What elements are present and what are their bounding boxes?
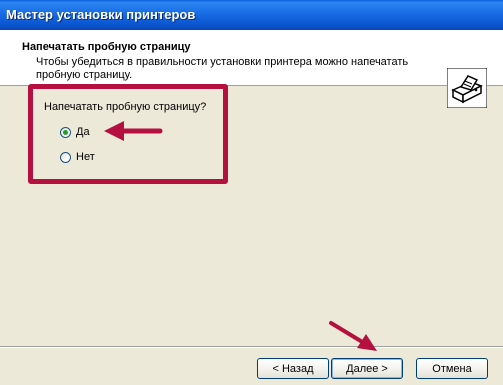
window-title: Мастер установки принтеров [6,7,196,22]
annotation-highlight-box [28,84,228,184]
title-bar[interactable]: Мастер установки принтеров [0,0,503,30]
wizard-header: Напечатать пробную страницу Чтобы убедит… [0,30,503,108]
button-separator [0,346,503,348]
header-subtitle: Чтобы убедиться в правильности установки… [36,56,409,81]
cancel-button[interactable]: Отмена [416,358,488,379]
printer-wizard-window: Мастер установки принтеров Напечатать пр… [0,0,503,385]
next-button[interactable]: Далее > [331,358,403,379]
back-button[interactable]: < Назад [257,358,329,379]
header-title: Напечатать пробную страницу [22,41,191,53]
